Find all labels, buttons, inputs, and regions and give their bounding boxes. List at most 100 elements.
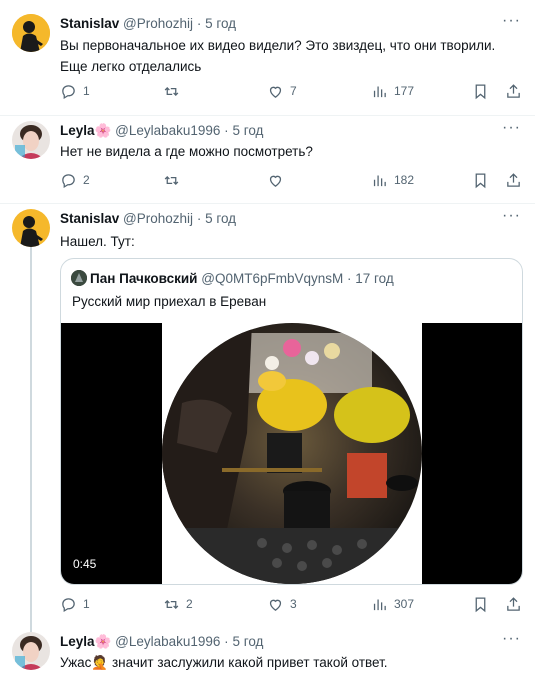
tweet-header: Leyla🌸 @Leylabaku1996 · 5 год [60,633,263,651]
avatar-image [12,632,50,670]
verified-flower-icon: 🌸 [94,123,112,138]
reply-button[interactable]: 2 [60,169,90,191]
views-count: 177 [394,84,415,98]
author-name[interactable]: Leyla [60,123,95,138]
timestamp[interactable]: 5 год [205,211,236,226]
separator-dot: · [224,634,229,649]
tweet-actions: 1 2 3 307 [60,593,525,615]
separator-dot: · [196,211,202,226]
share-button[interactable] [505,169,522,191]
separator-dot: · [196,16,202,31]
avatar-image [12,209,50,247]
tweet-actions: 2 182 [60,169,525,191]
tweet-text-line: Вы первоначальное их видео видели? Это з… [60,38,496,53]
avatar[interactable] [12,121,50,159]
quote-timestamp[interactable]: 17 год [355,271,393,286]
avatar[interactable] [12,632,50,670]
retweet-button[interactable] [163,80,186,102]
video-duration: 0:45 [73,557,97,571]
like-button[interactable] [267,169,290,191]
views-count: 182 [394,173,415,187]
views-button[interactable]: 177 [371,80,414,102]
tweet-text: Нет не видела а где можно посмотреть? [60,141,520,162]
author-name[interactable]: Leyla [60,634,95,649]
reply-icon [62,597,75,612]
more-icon[interactable]: ··· [502,207,521,225]
more-icon[interactable]: ··· [502,12,521,30]
like-icon [269,599,282,611]
tweet-text-line: Нет не видела а где можно посмотреть? [60,144,313,159]
views-icon [373,86,386,97]
timestamp[interactable]: 5 год [232,634,263,649]
like-button[interactable]: 7 [267,80,297,102]
quote-author-name[interactable]: Пан Пачковский [90,271,197,286]
bookmark-button[interactable] [472,593,489,615]
quote-author-handle[interactable]: @Q0MT6pFmbVqynsM [201,271,343,286]
tweet-header: Stanislav @Prohozhij · 5 год [60,15,236,33]
avatar[interactable] [12,209,50,247]
author-handle[interactable]: @Prohozhij [123,16,193,31]
views-button[interactable]: 307 [371,593,414,615]
tweet-text-line: Еще легко отделались [60,59,202,74]
bookmark-button[interactable] [472,80,489,102]
retweet-button[interactable] [163,169,186,191]
quote-text: Русский мир приехал в Ереван [72,294,267,309]
views-button[interactable]: 182 [371,169,414,191]
reply-button[interactable]: 1 [60,593,90,615]
quote-avatar[interactable] [71,270,87,286]
bookmark-icon [475,596,486,612]
reply-count: 1 [83,597,90,611]
retweet-icon [164,599,179,609]
share-button[interactable] [505,593,522,615]
tweet-text-line: Нашел. Тут: [60,234,135,249]
author-handle[interactable]: @Prohozhij [123,211,193,226]
quote-header: Пан Пачковский @Q0MT6pFmbVqynsM · 17 год [71,270,394,288]
tweet-text-line: Ужас🤦 значит заслужили какой привет тако… [60,655,388,670]
author-handle[interactable]: @Leylabaku1996 [115,634,220,649]
avatar[interactable] [12,14,50,52]
timestamp[interactable]: 5 год [205,16,236,31]
video-player[interactable]: 0:45 [61,323,522,584]
like-count: 7 [290,84,297,98]
like-count: 3 [290,597,297,611]
tweet-header: Leyla🌸 @Leylabaku1996 · 5 год [60,122,263,140]
separator-dot: · [347,271,352,286]
bookmark-icon [475,83,486,99]
views-count: 307 [394,597,415,611]
author-name[interactable]: Stanislav [60,16,119,31]
quote-tweet-card[interactable]: Пан Пачковский @Q0MT6pFmbVqynsM · 17 год… [60,258,523,585]
more-icon[interactable]: ··· [502,630,521,648]
like-icon [269,86,282,98]
reply-count: 1 [83,84,90,98]
reply-count: 2 [83,173,90,187]
quote-avatar-image [71,270,87,286]
timestamp[interactable]: 5 год [232,123,263,138]
author-name[interactable]: Stanislav [60,211,119,226]
tweet-4[interactable]: Leyla🌸 @Leylabaku1996 · 5 год ··· Ужас🤦 … [0,624,535,678]
bookmark-button[interactable] [472,169,489,191]
share-icon [507,83,520,98]
verified-flower-icon: 🌸 [94,634,112,649]
tweet-text: Нашел. Тут: [60,231,520,252]
retweet-icon [164,175,179,185]
author-handle[interactable]: @Leylabaku1996 [115,123,220,138]
tweet-2[interactable]: Leyla🌸 @Leylabaku1996 · 5 год ··· Нет не… [0,116,535,203]
avatar-image [12,121,50,159]
reply-icon [62,173,75,188]
avatar-image [12,14,50,52]
share-icon [507,596,520,611]
video-frame [162,323,422,584]
reply-icon [62,84,75,99]
views-icon [373,599,386,610]
more-icon[interactable]: ··· [502,119,521,137]
video-thumbnail [162,323,422,584]
bookmark-icon [475,172,486,188]
retweet-button[interactable]: 2 [163,593,193,615]
tweet-1[interactable]: Stanislav @Prohozhij · 5 год ··· Вы перв… [0,0,535,115]
reply-button[interactable]: 1 [60,80,90,102]
flower-stall-image [162,323,422,584]
share-button[interactable] [505,80,522,102]
like-button[interactable]: 3 [267,593,297,615]
views-icon [373,175,386,186]
tweet-text: Вы первоначальное их видео видели? Это з… [60,35,520,77]
